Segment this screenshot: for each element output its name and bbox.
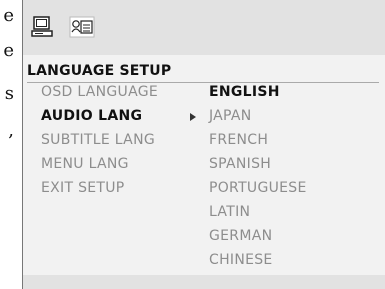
language-option-latin[interactable]: LATIN: [209, 204, 250, 220]
edge-text-fragment: e: [3, 5, 14, 26]
language-option-english[interactable]: ENGLISH: [209, 84, 280, 100]
language-option-portuguese[interactable]: PORTUGUESE: [209, 180, 307, 196]
menu-item-exit-setup[interactable]: EXIT SETUP: [41, 180, 125, 196]
menu-item-subtitle-lang[interactable]: SUBTITLE LANG: [41, 132, 155, 148]
menu-item-audio-lang[interactable]: AUDIO LANG: [41, 108, 142, 124]
edge-text-fragment: s: [4, 83, 14, 104]
language-option-chinese[interactable]: CHINESE: [209, 252, 273, 268]
computer-icon[interactable]: [31, 16, 55, 42]
menu-toolbar: [23, 0, 385, 55]
setup-menu-panel: LANGUAGE SETUP OSD LANGUAGE AUDIO LANG SUB…: [22, 0, 385, 289]
language-icon[interactable]: [69, 16, 95, 42]
menu-item-osd-language[interactable]: OSD LANGUAGE: [41, 84, 158, 100]
language-option-french[interactable]: FRENCH: [209, 132, 268, 148]
language-option-japan[interactable]: JAPAN: [209, 108, 252, 124]
menu-title: LANGUAGE SETUP: [27, 63, 172, 79]
language-option-german[interactable]: GERMAN: [209, 228, 272, 244]
selection-arrow-icon: [190, 113, 196, 121]
language-option-spanish[interactable]: SPANISH: [209, 156, 271, 172]
edge-text-fragment: ,: [8, 120, 14, 141]
menu-footer-bar: [23, 275, 385, 289]
edge-text-fragment: e: [3, 40, 14, 61]
title-divider: [27, 82, 379, 83]
menu-item-menu-lang[interactable]: MENU LANG: [41, 156, 129, 172]
